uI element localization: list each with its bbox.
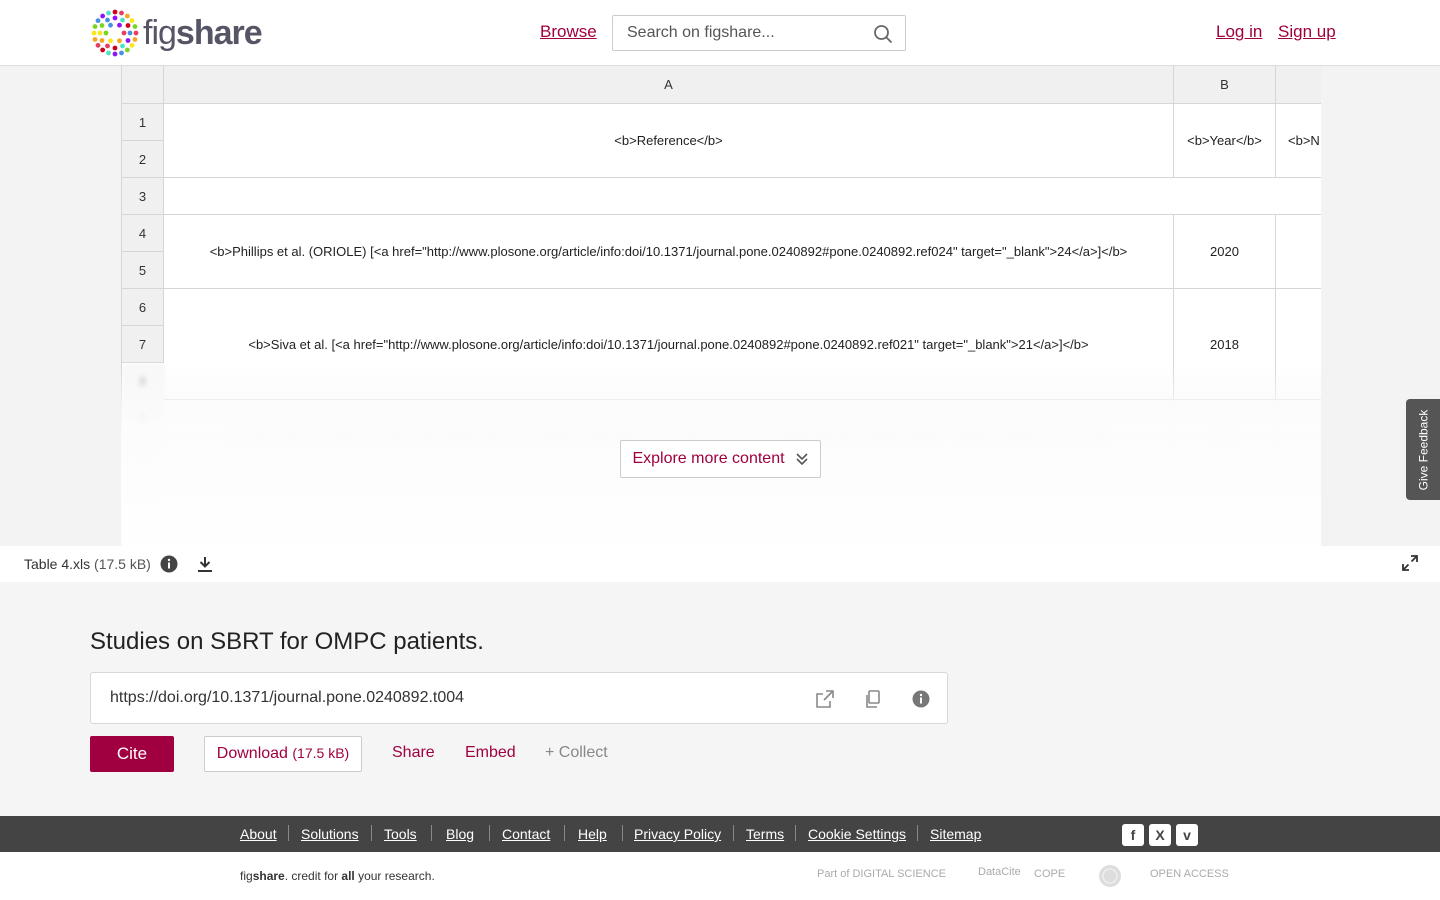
cell-a6[interactable]: <b>Siva et al. [<a href="http://www.plos…	[164, 289, 1174, 400]
footer-separator	[917, 825, 918, 841]
cell-a1[interactable]: <b>Reference</b>	[164, 104, 1174, 178]
vimeo-icon[interactable]: v	[1176, 824, 1198, 846]
cell-row3[interactable]	[164, 178, 1321, 215]
footer-separator	[795, 825, 796, 841]
site-header: figshare Browse Log in Sign up	[0, 0, 1440, 66]
row-header[interactable]: 5	[122, 252, 164, 289]
footer-sitemap[interactable]: Sitemap	[930, 826, 981, 842]
info-icon[interactable]	[160, 555, 178, 573]
footer-help[interactable]: Help	[578, 826, 607, 842]
row-header[interactable]: 12	[122, 511, 164, 546]
cell-a4[interactable]: <b>Phillips et al. (ORIOLE) [<a href="ht…	[164, 215, 1174, 289]
cell-b9[interactable]: 2017	[1174, 400, 1276, 474]
footer-solutions[interactable]: Solutions	[301, 826, 359, 842]
footer-tools[interactable]: Tools	[384, 826, 417, 842]
explore-more-label: Explore more content	[632, 450, 785, 467]
file-name-text: Table 4.xls	[24, 556, 91, 572]
row-header[interactable]: 3	[122, 178, 164, 215]
row-header[interactable]: 8	[122, 363, 164, 400]
footer-blog[interactable]: Blog	[446, 826, 474, 842]
cell-b1[interactable]: <b>Year</b>	[1174, 104, 1276, 178]
cite-button[interactable]: Cite	[90, 736, 174, 772]
footer-tagline: figshare. credit for all your research.	[240, 869, 435, 883]
download-button[interactable]: Download (17.5 kB)	[204, 736, 362, 772]
footer-separator	[733, 825, 734, 841]
download-label: Download	[216, 745, 288, 762]
cell-c1[interactable]: <b>N	[1276, 104, 1321, 178]
doi-info-icon[interactable]	[911, 689, 931, 709]
column-header-b[interactable]: B	[1174, 66, 1276, 104]
row-header[interactable]: 1	[122, 104, 164, 141]
double-chevron-down-icon	[795, 453, 808, 466]
row-header[interactable]: 6	[122, 289, 164, 326]
search-input[interactable]	[613, 16, 853, 50]
row-header[interactable]: 11	[122, 474, 164, 511]
cell-b4[interactable]: 2020	[1174, 215, 1276, 289]
row-header[interactable]: 10	[122, 437, 164, 474]
file-name: Table 4.xls (17.5 kB)	[24, 556, 151, 572]
file-preview[interactable]: A B 1 2 3 4 5 6 7 8 9 10 11 12 <b>Refere…	[0, 66, 1440, 546]
cell-c6[interactable]	[1276, 289, 1321, 400]
column-header-a[interactable]: A	[164, 66, 1174, 104]
seal-logo-icon[interactable]	[1098, 864, 1122, 888]
footer-privacy-policy[interactable]: Privacy Policy	[634, 826, 721, 842]
logo-wordmark: figshare	[143, 13, 263, 52]
download-icon[interactable]	[196, 555, 214, 573]
footer-separator	[371, 825, 372, 841]
login-link[interactable]: Log in	[1216, 22, 1262, 42]
footer-separator	[622, 825, 623, 841]
cell-b6[interactable]: 2018	[1174, 289, 1276, 400]
row-header[interactable]: 9	[122, 400, 164, 437]
open-access-logo[interactable]: OPEN ACCESS	[1150, 868, 1229, 880]
footer-links-bar: About Solutions Tools Blog Contact Help …	[0, 816, 1440, 852]
row-header[interactable]: 2	[122, 141, 164, 178]
copy-icon[interactable]	[863, 689, 883, 709]
share-button[interactable]: Share	[392, 744, 435, 762]
search-box	[612, 15, 906, 51]
footer-contact[interactable]: Contact	[502, 826, 550, 842]
datacite-logo[interactable]: DataCite	[978, 866, 1021, 878]
facebook-icon[interactable]: f	[1122, 824, 1144, 846]
external-link-icon[interactable]	[815, 689, 835, 709]
cell-c4[interactable]	[1276, 215, 1321, 289]
item-title: Studies on SBRT for OMPC patients.	[90, 628, 484, 655]
figshare-logo[interactable]: figshare	[90, 8, 263, 58]
file-bar: Table 4.xls (17.5 kB)	[0, 546, 1440, 582]
figshare-logo-icon	[91, 9, 139, 57]
feedback-label: Give Feedback	[1416, 409, 1430, 490]
footer-separator	[564, 825, 565, 841]
cope-logo[interactable]: COPE	[1034, 868, 1065, 880]
footer-separator	[431, 825, 432, 841]
explore-more-button[interactable]: Explore more content	[620, 440, 821, 478]
download-size: (17.5 kB)	[292, 745, 350, 761]
file-size: (17.5 kB)	[94, 556, 151, 572]
x-twitter-icon[interactable]: X	[1149, 824, 1171, 846]
doi-text[interactable]: https://doi.org/10.1371/journal.pone.024…	[110, 689, 464, 707]
browse-link[interactable]: Browse	[540, 22, 597, 42]
row-header[interactable]: 4	[122, 215, 164, 252]
footer-separator	[288, 825, 289, 841]
footer-cookie-settings[interactable]: Cookie Settings	[808, 826, 906, 842]
signup-link[interactable]: Sign up	[1278, 22, 1336, 42]
fullscreen-icon[interactable]	[1402, 555, 1418, 571]
column-header-c[interactable]	[1276, 66, 1321, 104]
embed-button[interactable]: Embed	[465, 744, 516, 762]
footer-bottom: figshare. credit for all your research. …	[0, 852, 1440, 900]
footer-separator	[489, 825, 490, 841]
give-feedback-tab[interactable]: Give Feedback	[1406, 399, 1440, 500]
digital-science-logo[interactable]: Part of DIGITAL SCIENCE	[817, 868, 946, 880]
collect-button[interactable]: + Collect	[545, 744, 608, 762]
item-details: Studies on SBRT for OMPC patients. https…	[0, 582, 1440, 816]
footer-terms[interactable]: Terms	[746, 826, 784, 842]
search-icon[interactable]	[873, 24, 893, 44]
doi-box: https://doi.org/10.1371/journal.pone.024…	[90, 672, 948, 724]
cell-c9[interactable]	[1276, 400, 1321, 474]
row-header[interactable]: 7	[122, 326, 164, 363]
corner-header	[122, 66, 164, 104]
footer-about[interactable]: About	[240, 826, 277, 842]
